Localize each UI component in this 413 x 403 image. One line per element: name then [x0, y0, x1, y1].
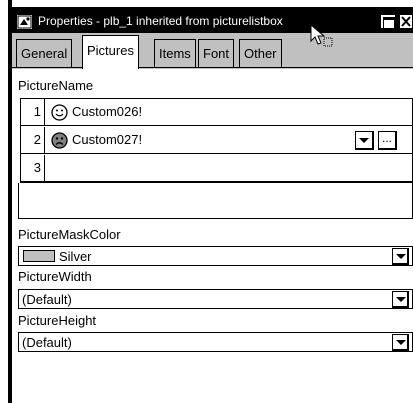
title-bar[interactable]: Properties - plb_1 inherited from pictur…: [12, 11, 413, 47]
picture-name-value: Custom026!: [72, 104, 143, 119]
chevron-down-icon: [396, 297, 406, 302]
window-title: Properties - plb_1 inherited from pictur…: [38, 14, 283, 28]
tab-label: Items: [159, 46, 191, 61]
chevron-down-icon: [396, 254, 406, 259]
picturename-grid: 1 Custom026! 2 Custom027! ... 3: [20, 98, 413, 183]
maskcolor-label: PictureMaskColor: [18, 227, 121, 242]
dropdown-button[interactable]: [355, 131, 374, 150]
row-number: 2: [21, 127, 45, 154]
row-number: 1: [21, 99, 45, 126]
picturename-row[interactable]: 1 Custom026!: [21, 99, 412, 126]
picturewidth-value: (Default): [22, 292, 72, 307]
dropdown-button[interactable]: [392, 291, 409, 308]
tab-strip: General Pictures Items Font Other: [12, 33, 413, 69]
chevron-down-icon: [359, 138, 369, 143]
ellipsis-button[interactable]: ...: [378, 131, 397, 150]
smiley-happy-icon: [51, 104, 68, 121]
row-number: 3: [21, 155, 45, 182]
picture-name-value: Custom027!: [72, 132, 143, 147]
picturename-grid-empty-area: [18, 183, 413, 219]
tab-label: Font: [203, 46, 230, 61]
pictureheight-value: (Default): [22, 335, 72, 350]
tab-items[interactable]: Items: [154, 39, 196, 67]
close-button[interactable]: [399, 14, 413, 29]
maximize-button[interactable]: [380, 14, 396, 30]
tab-other[interactable]: Other: [239, 39, 282, 67]
properties-window: Properties - plb_1 inherited from pictur…: [12, 11, 413, 403]
maskcolor-select[interactable]: Silver: [18, 246, 413, 266]
tab-pictures[interactable]: Pictures: [82, 35, 139, 69]
pictureheight-select[interactable]: (Default): [18, 332, 413, 352]
chevron-down-icon: [396, 340, 406, 345]
dropdown-button[interactable]: [392, 334, 409, 351]
pictures-panel: PictureName 1 Custom026! 2 Custom027! ..…: [12, 69, 413, 403]
pictureheight-label: PictureHeight: [18, 313, 97, 328]
color-swatch: [23, 250, 55, 262]
app-icon: [16, 14, 33, 30]
smiley-sad-icon: [51, 132, 68, 149]
tab-divider: [12, 67, 413, 68]
tab-general[interactable]: General: [16, 39, 73, 67]
picturewidth-label: PictureWidth: [18, 269, 92, 284]
picturewidth-select[interactable]: (Default): [18, 289, 413, 309]
tab-label: Pictures: [87, 43, 134, 58]
tab-font[interactable]: Font: [198, 39, 235, 67]
picturename-row[interactable]: 3: [21, 155, 412, 182]
maskcolor-value: Silver: [59, 249, 92, 264]
tab-label: General: [21, 46, 68, 61]
dropdown-button[interactable]: [392, 248, 409, 265]
picturename-label: PictureName: [18, 78, 94, 93]
picturename-row[interactable]: 2 Custom027! ...: [21, 127, 412, 154]
tab-label: Other: [244, 46, 277, 61]
